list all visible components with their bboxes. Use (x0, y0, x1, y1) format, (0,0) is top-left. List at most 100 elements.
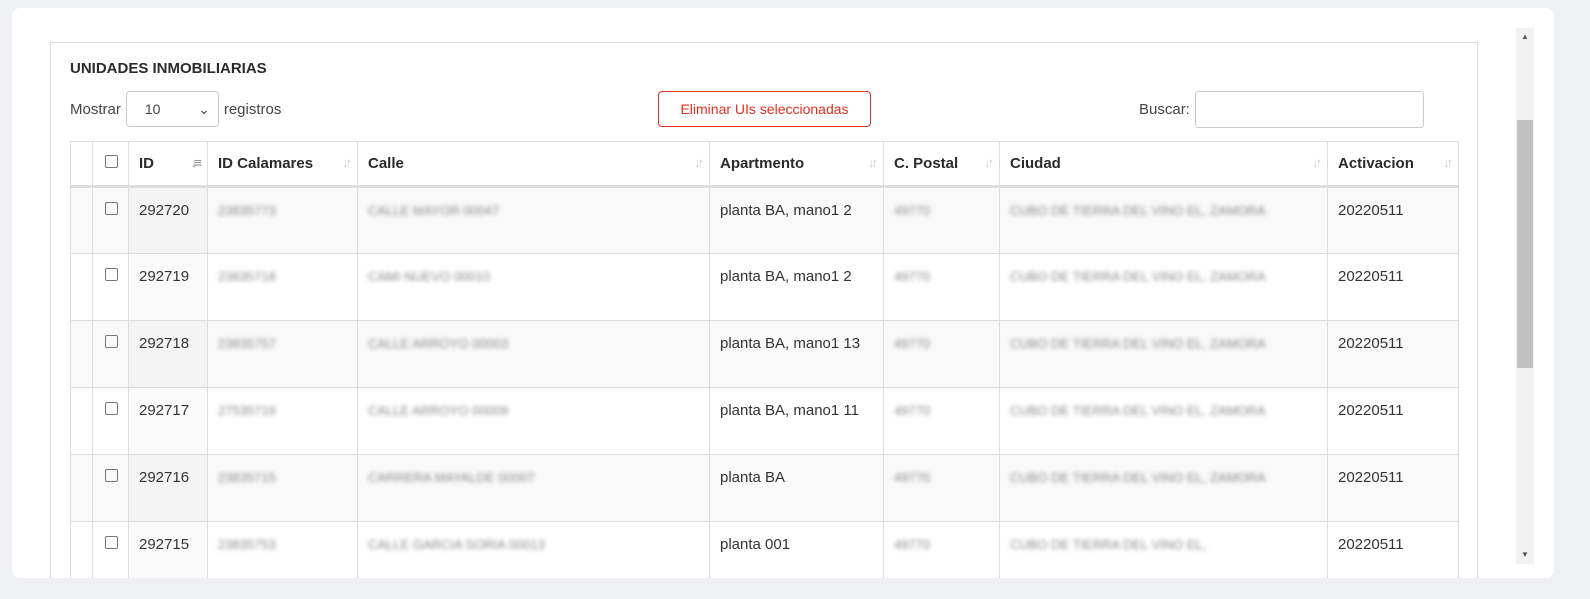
cell-ciudad: CUBO DE TIERRA DEL VINO EL, ZAMORA (999, 387, 1328, 455)
page-length-value: 10 (144, 101, 161, 117)
cell-id-calamares: 27535719 (207, 387, 358, 455)
sort-icon: ↓↑ (1312, 155, 1322, 170)
row-blank (70, 320, 93, 388)
cell-activacion: 20220511 (1327, 521, 1459, 578)
cell-postal: 49770 (883, 454, 1000, 522)
header-calle[interactable]: Calle ↓↑ (357, 141, 710, 188)
units-table: ID ↓≡ ID Calamares ↓↑ Calle ↓↑ Apartmento ↓↑… (70, 141, 1459, 578)
row-blank (70, 253, 93, 321)
cell-activacion: 20220511 (1327, 253, 1459, 321)
table-row: 292720 23835773 CALLE MAYOR 00047 planta… (70, 186, 1459, 254)
cell-activacion: 20220511 (1327, 186, 1459, 254)
table-row: 292719 23835718 CAMI NUEVO 00010 planta … (70, 253, 1459, 321)
cell-ciudad: CUBO DE TIERRA DEL VINO EL, ZAMORA (999, 253, 1328, 321)
row-select[interactable] (92, 387, 129, 455)
row-blank (70, 521, 93, 578)
select-all-checkbox[interactable] (105, 155, 118, 168)
cell-activacion: 20220511 (1327, 454, 1459, 522)
scroll-up-arrow-icon[interactable]: ▲ (1516, 28, 1534, 46)
cell-id-calamares: 23835715 (207, 454, 358, 522)
cell-activacion: 20220511 (1327, 387, 1459, 455)
cell-id: 292718 (128, 320, 208, 388)
row-checkbox[interactable] (105, 469, 118, 482)
chevron-down-icon: ⌄ (198, 100, 210, 117)
cell-calle: CALLE MAYOR 00047 (357, 186, 710, 254)
cell-postal: 49770 (883, 521, 1000, 578)
sort-icon: ↓↑ (1443, 155, 1453, 170)
header-activacion[interactable]: Activacion ↓↑ (1327, 141, 1459, 188)
header-apartmento[interactable]: Apartmento ↓↑ (709, 141, 884, 188)
cell-apartmento: planta BA (709, 454, 884, 522)
table-row: 292718 23835757 CALLE ARROYO 00003 plant… (70, 320, 1459, 388)
header-id-calamares[interactable]: ID Calamares ↓↑ (207, 141, 358, 188)
vertical-scrollbar[interactable]: ▲ ▼ (1516, 28, 1534, 564)
cell-ciudad: CUBO DE TIERRA DEL VINO EL, ZAMORA (999, 454, 1328, 522)
page-length-select[interactable]: 10 ⌄ (125, 91, 219, 127)
cell-id-calamares: 23835718 (207, 253, 358, 321)
sort-icon: ↓↑ (868, 155, 878, 170)
row-select[interactable] (92, 521, 129, 578)
cell-calle: CALLE ARROYO 00009 (357, 387, 710, 455)
cell-id: 292715 (128, 521, 208, 578)
cell-id: 292716 (128, 454, 208, 522)
row-select[interactable] (92, 253, 129, 321)
header-ciudad[interactable]: Ciudad ↓↑ (999, 141, 1328, 188)
row-blank (70, 186, 93, 254)
row-checkbox[interactable] (105, 268, 118, 281)
header-select-all[interactable] (92, 141, 129, 188)
cell-calle: CARRERA MAYALDE 00007 (357, 454, 710, 522)
cell-apartmento: planta BA, mano1 11 (709, 387, 884, 455)
cell-id: 292720 (128, 186, 208, 254)
cell-apartmento: planta BA, mano1 2 (709, 186, 884, 254)
length-prefix: Mostrar (70, 100, 121, 118)
row-select[interactable] (92, 454, 129, 522)
cell-calle: CAMI NUEVO 00010 (357, 253, 710, 321)
header-blank (70, 141, 93, 188)
header-id[interactable]: ID ↓≡ (128, 141, 208, 188)
sort-icon: ↓↑ (984, 155, 994, 170)
sort-icon: ↓↑ (694, 155, 704, 170)
cell-id-calamares: 23835753 (207, 521, 358, 578)
cell-activacion: 20220511 (1327, 320, 1459, 388)
row-checkbox[interactable] (105, 202, 118, 215)
sort-icon: ↓↑ (342, 155, 352, 170)
delete-selected-button[interactable]: Eliminar UIs seleccionadas (658, 91, 871, 127)
sort-desc-icon: ↓≡ (190, 155, 202, 170)
units-panel: UNIDADES INMOBILIARIAS Mostrar 10 ⌄ regis… (50, 42, 1478, 578)
cell-postal: 49770 (883, 186, 1000, 254)
cell-apartmento: planta BA, mano1 13 (709, 320, 884, 388)
row-blank (70, 454, 93, 522)
cell-id-calamares: 23835773 (207, 186, 358, 254)
row-checkbox[interactable] (105, 335, 118, 348)
cell-id: 292717 (128, 387, 208, 455)
row-select[interactable] (92, 320, 129, 388)
search-control: Buscar: (1139, 91, 1424, 128)
cell-apartmento: planta 001 (709, 521, 884, 578)
cell-postal: 49770 (883, 320, 1000, 388)
table-row: 292715 23835753 CALLE GARCIA SORIA 00013… (70, 521, 1459, 578)
cell-id-calamares: 23835757 (207, 320, 358, 388)
content-card: UNIDADES INMOBILIARIAS Mostrar 10 ⌄ regis… (12, 8, 1554, 578)
row-checkbox[interactable] (105, 536, 118, 549)
table-row: 292716 23835715 CARRERA MAYALDE 00007 pl… (70, 454, 1459, 522)
cell-ciudad: CUBO DE TIERRA DEL VINO EL, ZAMORA (999, 186, 1328, 254)
header-postal[interactable]: C. Postal ↓↑ (883, 141, 1000, 188)
cell-ciudad: CUBO DE TIERRA DEL VINO EL, ZAMORA (999, 320, 1328, 388)
cell-id: 292719 (128, 253, 208, 321)
search-label: Buscar: (1139, 101, 1190, 118)
row-select[interactable] (92, 186, 129, 254)
cell-ciudad: CUBO DE TIERRA DEL VINO EL, (999, 521, 1328, 578)
cell-calle: CALLE ARROYO 00003 (357, 320, 710, 388)
scroll-down-arrow-icon[interactable]: ▼ (1516, 546, 1534, 564)
table-header-row: ID ↓≡ ID Calamares ↓↑ Calle ↓↑ Apartmento ↓↑… (70, 141, 1459, 188)
cell-calle: CALLE GARCIA SORIA 00013 (357, 521, 710, 578)
cell-postal: 49770 (883, 387, 1000, 455)
length-suffix: registros (223, 100, 282, 118)
table-row: 292717 27535719 CALLE ARROYO 00009 plant… (70, 387, 1459, 455)
cell-apartmento: planta BA, mano1 2 (709, 253, 884, 321)
row-checkbox[interactable] (105, 402, 118, 415)
search-input[interactable] (1194, 91, 1424, 128)
panel-title: UNIDADES INMOBILIARIAS (70, 60, 267, 77)
cell-postal: 49770 (883, 253, 1000, 321)
scrollbar-thumb[interactable] (1517, 120, 1533, 368)
